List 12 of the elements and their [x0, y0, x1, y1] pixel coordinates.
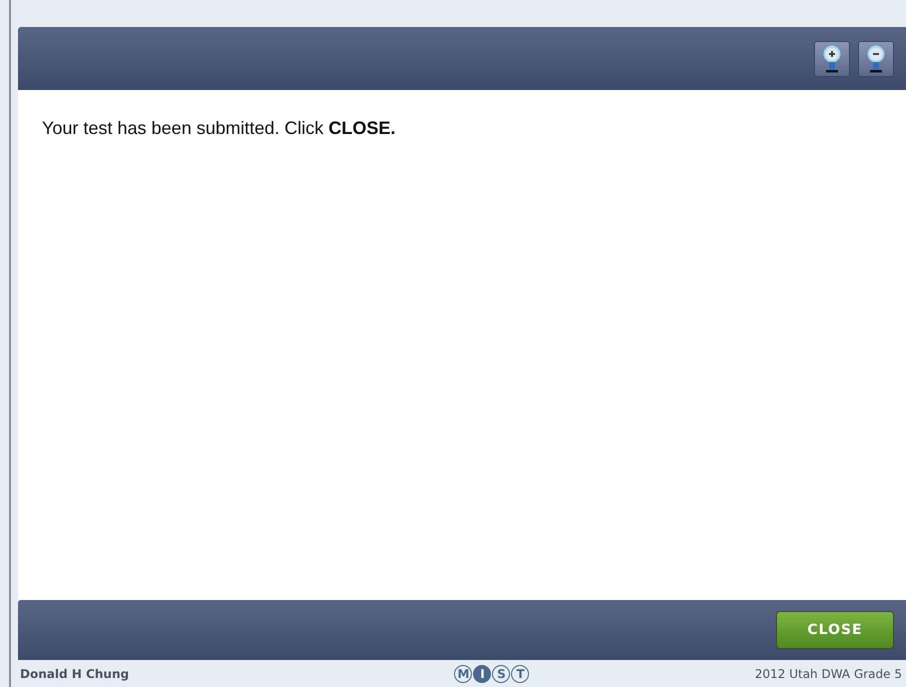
zoom-out-button[interactable] — [858, 40, 894, 76]
student-name: Donald H Chung — [20, 666, 129, 680]
logo-letter: M — [454, 664, 472, 682]
zoom-in-icon — [821, 44, 843, 72]
logo-letter: S — [492, 664, 510, 682]
logo-letter: T — [511, 664, 530, 682]
zoom-out-icon — [865, 44, 887, 72]
logo-letter: I — [473, 664, 492, 682]
test-name: 2012 Utah DWA Grade 5 — [754, 666, 902, 680]
submission-message: Your test has been submitted. Click CLOSE. — [42, 118, 397, 139]
close-button[interactable]: CLOSE — [776, 611, 894, 649]
zoom-in-button[interactable] — [814, 40, 850, 76]
